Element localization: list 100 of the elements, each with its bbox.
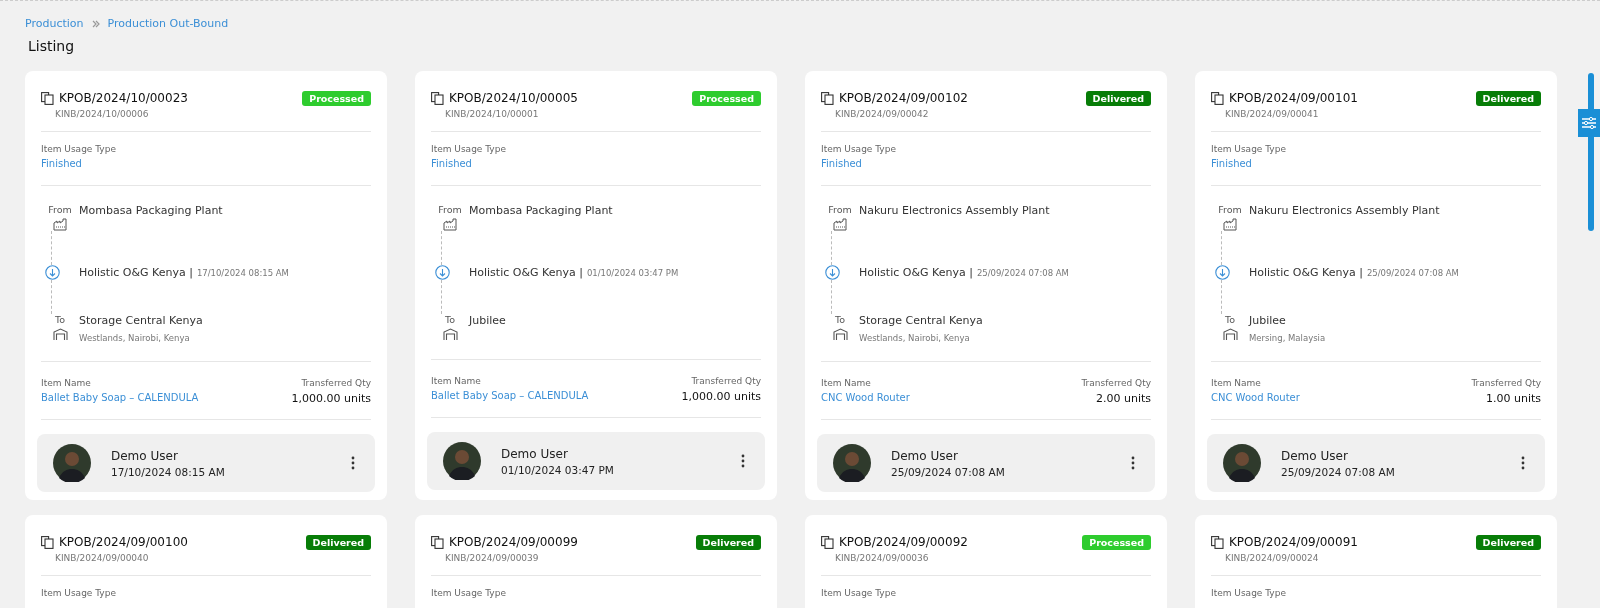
copy-icon[interactable] (431, 91, 444, 105)
usage-type-label: Item Usage Type (1211, 588, 1287, 598)
item-name-link[interactable]: CNC Wood Router (821, 392, 910, 403)
usage-type-label: Item Usage Type (1211, 144, 1287, 154)
item-name-link[interactable]: CNC Wood Router (1211, 392, 1300, 403)
transfer-number: KPOB/2024/09/00091 (1229, 535, 1358, 549)
avatar-icon (53, 444, 91, 482)
destination-name: Storage Central Kenya (859, 314, 983, 327)
quantity-label: Transferred Qty (300, 378, 371, 388)
origin-name: Mombasa Packaging Plant (79, 204, 223, 217)
warehouse-icon (442, 328, 458, 341)
user-timestamp: 25/09/2024 07:08 AM (891, 465, 1006, 478)
transfer-number: KPOB/2024/10/00005 (449, 91, 578, 105)
arrow-down-circle-icon (434, 265, 450, 280)
from-label: From (48, 204, 72, 215)
item-name-label: Item Name (431, 376, 482, 386)
dispatch-time: 25/09/2024 07:08 AM (976, 267, 1069, 278)
user-name: Demo User (891, 448, 959, 463)
usage-type-value: Finished (821, 158, 863, 169)
factory-icon (443, 218, 457, 231)
usage-type-label: Item Usage Type (41, 588, 117, 598)
breadcrumb-link[interactable]: Production Out-Bound (107, 17, 229, 30)
transfer-card[interactable]: KPOB/2024/09/00100 KINB/2024/09/00040 Delivered Item Usage Type (25, 515, 387, 608)
quantity-value: 1.00 units (1484, 392, 1541, 405)
more-options-icon[interactable] (351, 456, 355, 470)
transfer-card[interactable] (805, 71, 1167, 500)
page-title: Listing (28, 38, 76, 54)
copy-icon[interactable] (41, 535, 54, 549)
arrow-down-circle-icon (44, 265, 60, 280)
copy-icon[interactable] (1211, 91, 1224, 105)
arrow-down-circle-icon (1214, 265, 1230, 280)
reference-number: KINB/2024/09/00039 (445, 553, 540, 563)
to-label: To (1225, 314, 1235, 325)
transfer-card[interactable] (1195, 71, 1557, 500)
quantity-value: 1,000.00 units (291, 392, 371, 405)
chevron-icon (91, 19, 100, 28)
transfer-card[interactable]: KPOB/2024/09/00092 KINB/2024/09/00036 Processed Item Usage Type (805, 515, 1167, 608)
user-name: Demo User (111, 448, 179, 463)
origin-name: Nakuru Electronics Assembly Plant (859, 204, 1050, 217)
reference-number: KINB/2024/09/00036 (835, 553, 930, 563)
transfer-number: KPOB/2024/10/00023 (59, 91, 188, 105)
usage-type-value: Finished (41, 158, 83, 169)
usage-type-value: Finished (431, 158, 473, 169)
dispatch-time: 17/10/2024 08:15 AM (196, 267, 289, 278)
copy-icon[interactable] (821, 91, 834, 105)
carrier-name: Holistic O&G Kenya | (859, 266, 973, 279)
from-label: From (438, 204, 462, 215)
factory-icon (833, 218, 847, 231)
copy-icon[interactable] (41, 91, 54, 105)
breadcrumb-link[interactable]: Production (25, 17, 84, 30)
item-name-link[interactable]: Ballet Baby Soap – CALENDULA (431, 390, 589, 401)
item-name-label: Item Name (41, 378, 92, 388)
status-badge: Delivered (305, 535, 371, 550)
transfer-number: KPOB/2024/09/00101 (1229, 91, 1358, 105)
item-name-link[interactable]: Ballet Baby Soap – CALENDULA (41, 392, 199, 403)
user-timestamp: 01/10/2024 03:47 PM (501, 463, 615, 476)
quantity-value: 2.00 units (1094, 392, 1151, 405)
status-badge: Delivered (1085, 91, 1151, 106)
more-options-icon[interactable] (1131, 456, 1135, 470)
status-badge: Delivered (1475, 91, 1541, 106)
reference-number: KINB/2024/09/00042 (835, 109, 930, 119)
destination-name: Jubilee (469, 314, 506, 327)
filter-button[interactable] (1578, 109, 1600, 137)
status-badge: Processed (302, 91, 371, 106)
carrier-name: Holistic O&G Kenya | (1249, 266, 1363, 279)
destination-name: Jubilee (1249, 314, 1287, 327)
copy-icon[interactable] (1211, 535, 1224, 549)
avatar-icon (833, 444, 871, 482)
copy-icon[interactable] (821, 535, 834, 549)
factory-icon (53, 218, 67, 231)
to-label: To (55, 314, 65, 325)
avatar-icon (443, 442, 481, 480)
item-name-label: Item Name (1211, 378, 1262, 388)
from-label: From (1218, 204, 1242, 215)
usage-type-value: Finished (1211, 158, 1253, 169)
destination-address: Mersing, Malaysia (1249, 333, 1326, 343)
more-options-icon[interactable] (741, 454, 745, 468)
avatar-icon (1223, 444, 1261, 482)
status-badge: Delivered (1475, 535, 1541, 550)
quantity-label: Transferred Qty (1081, 378, 1151, 388)
status-badge: Delivered (695, 535, 761, 550)
transfer-number: KPOB/2024/09/00100 (59, 535, 188, 549)
transfer-card[interactable]: KPOB/2024/09/00091 KINB/2024/09/00024 Delivered Item Usage Type (1195, 515, 1557, 608)
user-timestamp: 17/10/2024 08:15 AM (111, 465, 226, 478)
copy-icon[interactable] (431, 535, 444, 549)
reference-number: KINB/2024/09/00041 (1225, 109, 1320, 119)
reference-number: KINB/2024/10/00006 (55, 109, 150, 119)
usage-type-label: Item Usage Type (821, 588, 897, 598)
reference-number: KINB/2024/10/00001 (445, 109, 540, 119)
usage-type-label: Item Usage Type (431, 588, 507, 598)
arrow-down-circle-icon (824, 265, 840, 280)
user-timestamp: 25/09/2024 07:08 AM (1281, 465, 1396, 478)
from-label: From (828, 204, 852, 215)
to-label: To (835, 314, 845, 325)
usage-type-label: Item Usage Type (41, 144, 117, 154)
quantity-label: Transferred Qty (1471, 378, 1541, 388)
factory-icon (1223, 218, 1237, 231)
transfer-card[interactable]: KPOB/2024/09/00099 KINB/2024/09/00039 Delivered Item Usage Type (415, 515, 777, 608)
more-options-icon[interactable] (1521, 456, 1525, 470)
quantity-value: 1,000.00 units (681, 390, 761, 403)
